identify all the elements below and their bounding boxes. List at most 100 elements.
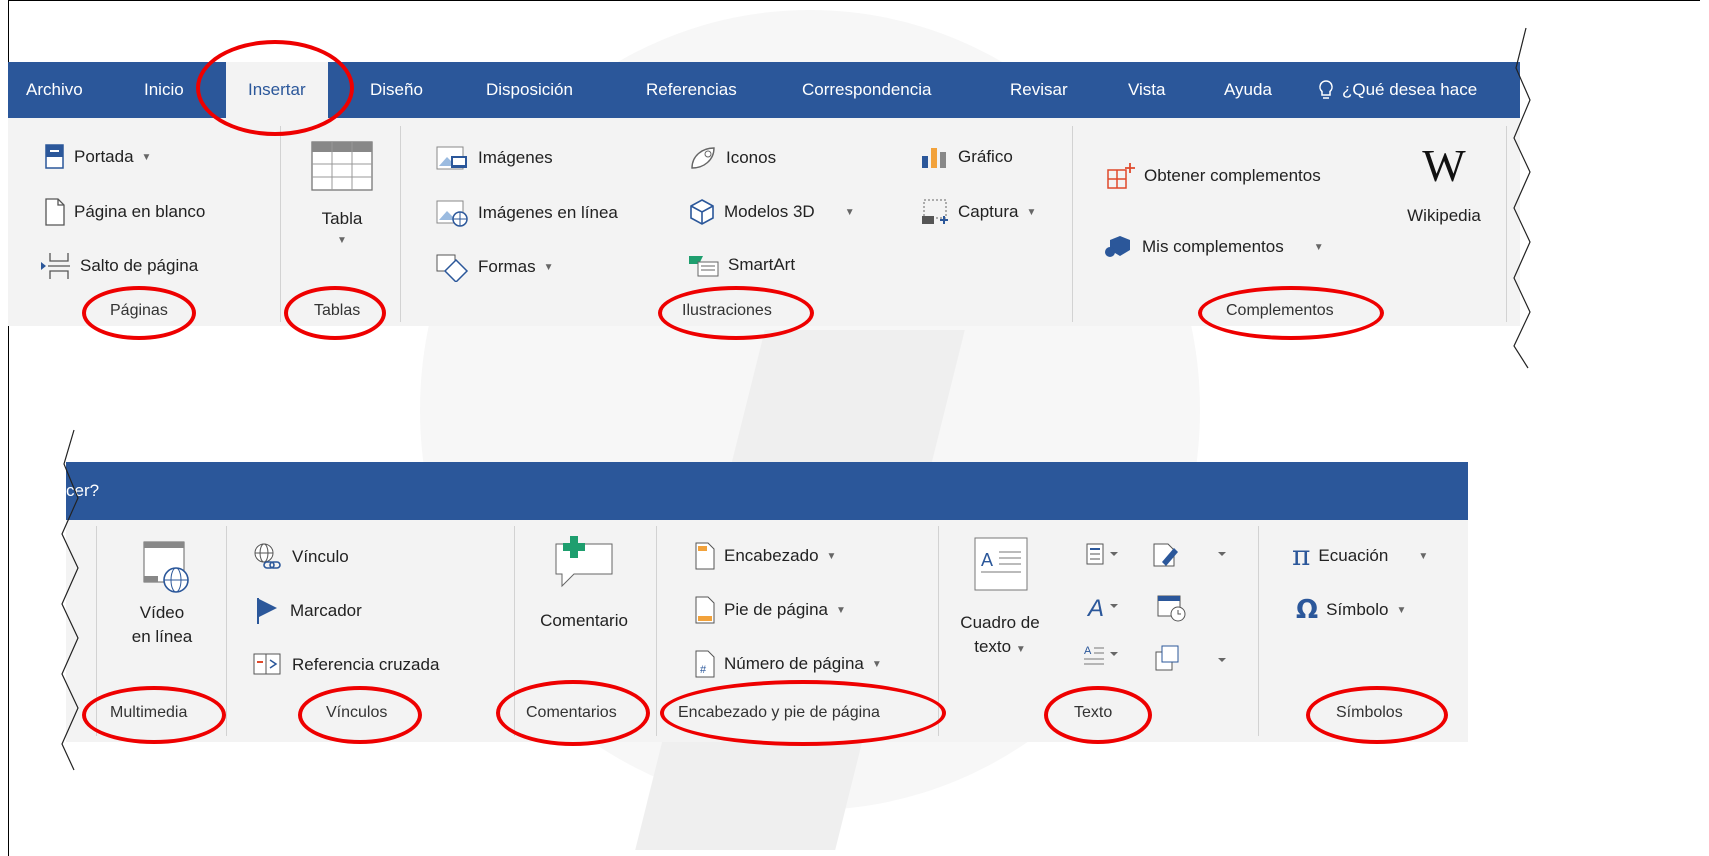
- smartart-icon: [689, 256, 719, 277]
- group-separator: [226, 526, 227, 736]
- my-addins-button[interactable]: Mis complementos ▼: [1104, 234, 1324, 260]
- header-label: Encabezado: [724, 546, 819, 565]
- highlight-oval-ilustraciones: [658, 286, 814, 340]
- text-box-icon: A: [974, 537, 1028, 591]
- highlight-oval-insertar: [196, 40, 354, 136]
- dropdown-caret-icon: ▼: [1396, 604, 1407, 616]
- signature-line-icon[interactable]: [1152, 540, 1228, 568]
- online-pictures-icon: [436, 200, 468, 227]
- svg-text:A: A: [1084, 645, 1092, 657]
- quick-parts-icon[interactable]: [1086, 542, 1126, 568]
- formas-label: Formas: [478, 257, 536, 276]
- highlight-oval-paginas: [82, 286, 196, 340]
- online-video-label-1: Vídeo: [139, 603, 185, 622]
- wikipedia-button[interactable]: W Wikipedia: [1394, 140, 1494, 226]
- wikipedia-label: Wikipedia: [1407, 206, 1481, 225]
- tab-referencias[interactable]: Referencias: [646, 62, 737, 118]
- pi-icon: π: [1292, 539, 1311, 572]
- comentario-button[interactable]: Comentario: [522, 534, 646, 631]
- drop-cap-icon[interactable]: A: [1082, 642, 1126, 668]
- text-box-label-1: Cuadro de: [960, 613, 1040, 632]
- header-button[interactable]: Encabezado ▼: [694, 542, 836, 570]
- page-break-button[interactable]: Salto de página: [40, 252, 198, 280]
- portada-button[interactable]: Portada ▼: [44, 144, 151, 170]
- icons-icon: [691, 147, 715, 169]
- get-addins-label: Obtener complementos: [1144, 166, 1321, 185]
- tab-disposicion[interactable]: Disposición: [486, 62, 573, 118]
- tab-archivo[interactable]: Archivo: [26, 62, 83, 118]
- captura-button[interactable]: Captura ▼: [920, 198, 1036, 226]
- chart-icon: [922, 148, 946, 168]
- tell-me-text: ¿Qué desea hace: [1342, 80, 1478, 99]
- screenshot-icon: [922, 199, 948, 224]
- marcador-button[interactable]: Marcador: [252, 596, 362, 626]
- 3d-models-button[interactable]: Modelos 3D ▼: [688, 198, 855, 226]
- cross-reference-button[interactable]: Referencia cruzada: [252, 650, 439, 680]
- tab-vista[interactable]: Vista: [1128, 62, 1166, 118]
- text-box-button[interactable]: A Cuadro de texto ▼: [952, 536, 1048, 662]
- date-time-icon[interactable]: [1156, 594, 1190, 624]
- smartart-label: SmartArt: [728, 255, 796, 274]
- group-separator: [400, 126, 401, 322]
- my-addins-icon: [1105, 236, 1130, 257]
- marcador-label: Marcador: [290, 601, 362, 620]
- object-icon[interactable]: [1152, 644, 1228, 674]
- table-icon: [311, 141, 373, 191]
- tab-correspondencia[interactable]: Correspondencia: [802, 62, 931, 118]
- footer-label: Pie de página: [724, 600, 828, 619]
- tab-diseno[interactable]: Diseño: [370, 62, 423, 118]
- pictures-icon: [436, 146, 467, 170]
- svg-text:#: #: [700, 664, 707, 676]
- dropdown-caret-icon: ▼: [826, 550, 837, 562]
- page-number-button[interactable]: # Número de página ▼: [694, 650, 882, 678]
- page-number-icon: #: [695, 650, 715, 678]
- tell-me-search[interactable]: ¿Qué desea hace: [1318, 62, 1477, 118]
- blank-page-button[interactable]: Página en blanco: [44, 198, 205, 226]
- dropdown-caret-icon: ▼: [141, 151, 152, 163]
- symbol-label: Símbolo: [1326, 600, 1389, 619]
- online-video-icon: [143, 541, 189, 593]
- page-number-label: Número de página: [724, 654, 864, 673]
- footer-button[interactable]: Pie de página ▼: [694, 596, 846, 624]
- formas-button[interactable]: Formas ▼: [436, 252, 554, 282]
- group-separator: [1258, 526, 1259, 736]
- group-separator: [1072, 126, 1073, 322]
- new-comment-icon: [555, 536, 613, 588]
- dropdown-caret-icon: ▼: [337, 235, 347, 246]
- tab-revisar[interactable]: Revisar: [1010, 62, 1068, 118]
- highlight-oval-tablas: [284, 286, 386, 340]
- torn-edge: [1513, 27, 1531, 369]
- comentario-label: Comentario: [540, 611, 628, 630]
- smartart-button[interactable]: SmartArt: [688, 252, 795, 278]
- grafico-button[interactable]: Gráfico: [920, 144, 1013, 170]
- imagenes-button[interactable]: Imágenes: [436, 144, 553, 172]
- bookmark-flag-icon: [257, 598, 277, 624]
- svg-text:A: A: [1086, 595, 1104, 620]
- dropdown-caret-icon: ▼: [871, 658, 882, 670]
- captura-label: Captura: [958, 202, 1019, 221]
- blank-page-icon: [45, 198, 65, 226]
- equation-button[interactable]: π Ecuación ▼: [1292, 542, 1428, 570]
- cover-page-icon: [45, 144, 64, 169]
- symbol-button[interactable]: Ω Símbolo ▼: [1296, 596, 1406, 624]
- dropdown-caret-icon: ▼: [835, 604, 846, 616]
- wordart-icon[interactable]: A: [1086, 594, 1126, 620]
- cube-icon: [690, 199, 714, 225]
- vinculo-button[interactable]: Vínculo: [252, 542, 349, 572]
- dropdown-caret-icon: ▼: [543, 261, 554, 273]
- group-separator: [280, 126, 281, 322]
- online-pictures-button[interactable]: Imágenes en línea: [436, 198, 618, 228]
- dropdown-caret-icon: ▼: [1313, 241, 1324, 253]
- highlight-oval-simbolos: [1306, 686, 1448, 744]
- iconos-button[interactable]: Iconos: [688, 144, 776, 172]
- online-video-button[interactable]: Vídeo en línea: [112, 536, 212, 649]
- tabla-button[interactable]: Tabla ▼: [300, 138, 384, 278]
- group-separator: [656, 526, 657, 736]
- get-addins-button[interactable]: Obtener complementos: [1106, 162, 1321, 190]
- highlight-oval-complementos: [1198, 286, 1384, 340]
- store-addin-icon: [1107, 163, 1135, 189]
- tab-inicio[interactable]: Inicio: [144, 62, 184, 118]
- tab-ayuda[interactable]: Ayuda: [1224, 62, 1272, 118]
- highlight-oval-comentarios: [496, 680, 650, 746]
- highlight-oval-texto: [1044, 686, 1152, 744]
